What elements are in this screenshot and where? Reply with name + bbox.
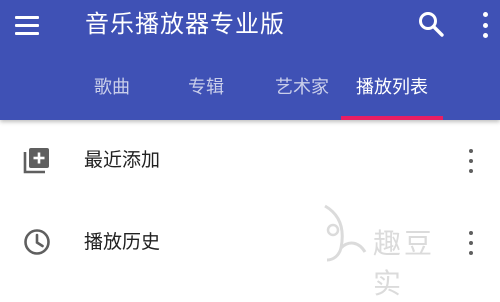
app-title: 音乐播放器专业版 (85, 10, 285, 38)
watermark-logo (324, 204, 367, 262)
search-icon[interactable] (417, 10, 445, 38)
tab-playlists-label: 播放列表 (356, 77, 428, 98)
watermark: 趣豆实 (315, 200, 465, 300)
playlist-add-icon (23, 148, 49, 174)
more-vert-icon[interactable] (466, 231, 476, 255)
playlist-item-label: 播放历史 (84, 231, 161, 253)
history-clock-icon (24, 229, 50, 255)
watermark-text: 趣豆实 (373, 227, 436, 300)
more-vert-icon[interactable] (478, 12, 492, 38)
playlist-item-label: 最近添加 (84, 149, 161, 171)
tab-bar: 歌曲 专辑 艺术家 播放列表 (65, 66, 500, 120)
app-bar: 音乐播放器专业版 歌曲 专辑 艺术家 播放列表 (0, 0, 500, 120)
tab-playlists[interactable]: 播放列表 (341, 66, 443, 120)
tab-albums[interactable]: 专辑 (159, 66, 253, 120)
tab-songs-label: 歌曲 (94, 77, 130, 98)
menu-icon[interactable] (15, 12, 41, 38)
more-vert-icon[interactable] (466, 149, 476, 173)
playlist-item-recently-added[interactable]: 最近添加 (0, 120, 500, 202)
tab-albums-label: 专辑 (188, 77, 224, 98)
tab-artists-label: 艺术家 (275, 77, 329, 98)
tab-songs[interactable]: 歌曲 (65, 66, 159, 120)
